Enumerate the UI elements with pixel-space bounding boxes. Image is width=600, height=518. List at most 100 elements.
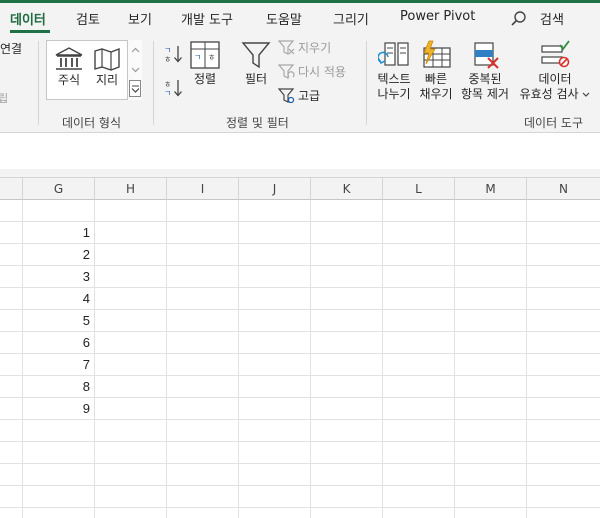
- advanced-filter-button[interactable]: 고급: [278, 88, 320, 104]
- data-validation-icon: [541, 40, 570, 68]
- data-tools-group-label: 데이터 도구: [524, 116, 584, 130]
- column-header-l[interactable]: L: [383, 178, 455, 200]
- tab-data[interactable]: 데이터: [10, 9, 46, 28]
- cell-g[interactable]: [22, 442, 93, 464]
- gallery-scrollbar[interactable]: [127, 40, 142, 100]
- tab-review[interactable]: 검토: [76, 9, 100, 28]
- ribbon-tab-bar: 데이터 검토 보기 개발 도구 도움말 그리기 Power Pivot 검색: [0, 3, 600, 35]
- sort-dialog-icon: ㄱ ㅎ: [190, 41, 220, 69]
- connections-gray-label: 립: [0, 92, 9, 105]
- search-icon[interactable]: [510, 10, 528, 28]
- cell-g[interactable]: 2: [22, 244, 93, 266]
- advanced-filter-icon: [278, 88, 295, 104]
- column-header-g[interactable]: G: [23, 178, 95, 200]
- grid-line: [166, 200, 167, 518]
- map-icon: [94, 47, 120, 71]
- cell-g[interactable]: [22, 486, 93, 508]
- stocks-button[interactable]: 주식: [51, 46, 87, 88]
- column-header-j[interactable]: J: [239, 178, 311, 200]
- sort-ascending-icon: ㄱ ㅎ: [164, 46, 182, 64]
- active-tab-underline: [10, 30, 50, 33]
- cell-g[interactable]: 3: [22, 266, 93, 288]
- column-header-partial[interactable]: [0, 178, 23, 200]
- tab-power-pivot[interactable]: Power Pivot: [400, 9, 475, 24]
- sort-button[interactable]: ㄱ ㅎ 정렬: [188, 40, 222, 87]
- cell-g[interactable]: 9: [22, 398, 93, 420]
- worksheet-grid[interactable]: 1 2 3 4 5 6 7 8 9: [0, 200, 600, 518]
- clear-filter-button: 지우기: [278, 40, 331, 56]
- text-to-columns-icon: [378, 42, 409, 66]
- gallery-expand-icon: [131, 85, 139, 93]
- svg-text:ㅎ: ㅎ: [208, 53, 215, 62]
- group-separator: [153, 41, 154, 125]
- column-header-i[interactable]: I: [167, 178, 239, 200]
- sort-descending-button[interactable]: ㅎ ㄱ: [160, 77, 186, 99]
- sort-descending-icon: ㅎ ㄱ: [164, 80, 182, 98]
- geography-button[interactable]: 지리: [89, 46, 125, 88]
- svg-text:ㄱ: ㄱ: [194, 53, 201, 62]
- remove-duplicates-icon: [474, 42, 499, 69]
- remove-duplicates-button[interactable]: 중복된 항목 제거: [458, 40, 512, 102]
- filter-button[interactable]: 필터: [238, 40, 274, 87]
- advanced-label: 고급: [298, 88, 321, 103]
- chevron-down-icon: [582, 92, 590, 97]
- search-label[interactable]: 검색: [540, 9, 564, 28]
- remove-duplicates-label-2: 항목 제거: [461, 87, 509, 101]
- sort-ascending-button[interactable]: ㄱ ㅎ: [160, 43, 186, 65]
- filter-label: 필터: [244, 72, 268, 86]
- chevron-up-icon: [131, 47, 139, 53]
- sort-label: 정렬: [193, 72, 217, 86]
- svg-text:ㄱ: ㄱ: [164, 89, 171, 98]
- column-header-k[interactable]: K: [311, 178, 383, 200]
- sort-filter-group-label: 정렬 및 필터: [226, 116, 289, 130]
- connections-label[interactable]: 연결: [0, 42, 22, 57]
- svg-text:ㄱ: ㄱ: [164, 46, 171, 55]
- grid-line: [526, 200, 527, 518]
- gallery-down-button[interactable]: [128, 60, 142, 80]
- cell-g[interactable]: 4: [22, 288, 93, 310]
- group-separator: [38, 41, 39, 125]
- cell-g[interactable]: 6: [22, 332, 93, 354]
- cell-g[interactable]: [22, 200, 93, 222]
- cell-g[interactable]: 7: [22, 354, 93, 376]
- flash-fill-label: 빠른: [424, 72, 448, 86]
- grid-line: [310, 200, 311, 518]
- flash-fill-button[interactable]: 빠른 채우기: [416, 40, 456, 102]
- tab-view[interactable]: 보기: [128, 9, 152, 28]
- column-header-h[interactable]: H: [95, 178, 167, 200]
- text-to-columns-label-2: 나누기: [377, 87, 411, 101]
- reapply-icon: [278, 64, 295, 79]
- grid-line: [94, 200, 95, 518]
- svg-text:ㅎ: ㅎ: [164, 80, 171, 89]
- column-header-row: G H I J K L M N: [0, 178, 600, 200]
- tab-developer[interactable]: 개발 도구: [181, 9, 233, 28]
- grid-line: [382, 200, 383, 518]
- group-separator: [366, 41, 367, 125]
- text-to-columns-button[interactable]: 텍스트 나누기: [374, 40, 414, 102]
- chevron-down-icon: [131, 67, 139, 73]
- sheet-top-gap: [0, 169, 600, 178]
- cell-g[interactable]: [22, 420, 93, 442]
- bank-icon: [55, 47, 83, 70]
- data-types-group-label: 데이터 형식: [62, 116, 122, 130]
- gallery-up-button[interactable]: [128, 40, 142, 60]
- grid-line: [238, 200, 239, 518]
- data-validation-button[interactable]: 데이터 유효성 검사: [516, 40, 594, 102]
- flash-fill-icon: [423, 40, 451, 68]
- flash-fill-label-2: 채우기: [419, 87, 453, 101]
- cell-g[interactable]: [22, 464, 93, 486]
- data-validation-label: 데이터: [538, 72, 572, 86]
- geography-label: 지리: [95, 73, 119, 87]
- gallery-more-button[interactable]: [129, 80, 141, 97]
- cell-g[interactable]: 8: [22, 376, 93, 398]
- data-validation-label-2: 유효성 검사: [520, 87, 591, 102]
- column-header-n[interactable]: N: [527, 178, 600, 200]
- tab-draw[interactable]: 그리기: [333, 9, 369, 28]
- tab-help[interactable]: 도움말: [266, 9, 302, 28]
- remove-duplicates-label: 중복된: [468, 72, 502, 86]
- cell-g[interactable]: 1: [22, 222, 93, 244]
- column-header-m[interactable]: M: [455, 178, 527, 200]
- cell-g[interactable]: 5: [22, 310, 93, 332]
- clear-filter-icon: [278, 40, 295, 55]
- svg-text:ㅎ: ㅎ: [164, 55, 171, 64]
